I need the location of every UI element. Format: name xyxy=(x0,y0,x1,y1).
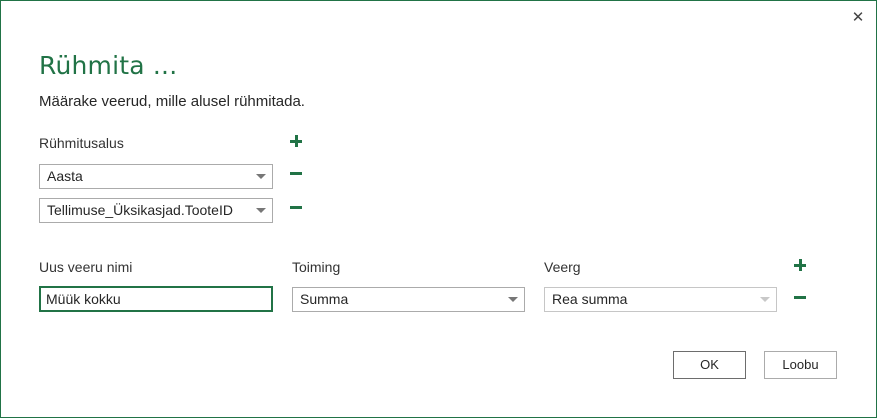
group-by-select-2-value: Tellimuse_Üksikasjad.TooteID xyxy=(47,202,233,218)
add-group-by-button[interactable] xyxy=(289,134,303,148)
chevron-down-icon xyxy=(760,297,770,302)
ok-button[interactable]: OK xyxy=(673,351,746,379)
operation-select[interactable]: Summa xyxy=(292,287,525,312)
dialog-description: Määrake veerud, mille alusel rühmitada. xyxy=(39,93,305,110)
column-select[interactable]: Rea summa xyxy=(544,287,777,312)
group-by-label: Rühmitusalus xyxy=(39,135,124,151)
dialog-title: Rühmita ... xyxy=(39,51,178,80)
plus-icon-vertical xyxy=(295,135,298,147)
chevron-down-icon xyxy=(508,297,518,302)
plus-icon-vertical xyxy=(799,259,802,271)
group-by-select-2[interactable]: Tellimuse_Üksikasjad.TooteID xyxy=(39,198,273,223)
minus-icon xyxy=(794,296,806,299)
remove-group-by-2-button[interactable] xyxy=(289,200,303,214)
add-aggregation-button[interactable] xyxy=(793,258,807,272)
column-label: Veerg xyxy=(544,259,581,275)
chevron-down-icon xyxy=(256,174,266,179)
remove-group-by-1-button[interactable] xyxy=(289,166,303,180)
minus-icon xyxy=(290,172,302,175)
close-icon[interactable]: ✕ xyxy=(849,9,867,27)
operation-select-value: Summa xyxy=(300,291,349,307)
group-by-select-1[interactable]: Aasta xyxy=(39,164,273,189)
new-column-name-input[interactable]: Müük kokku xyxy=(39,286,273,312)
operation-label: Toiming xyxy=(292,259,341,275)
group-by-select-1-value: Aasta xyxy=(47,168,83,184)
cancel-button[interactable]: Loobu xyxy=(764,351,837,379)
column-select-value: Rea summa xyxy=(552,291,628,307)
new-column-name-label: Uus veeru nimi xyxy=(39,259,133,275)
remove-aggregation-button[interactable] xyxy=(793,290,807,304)
group-by-dialog: ✕ Rühmita ... Määrake veerud, mille alus… xyxy=(0,0,877,418)
minus-icon xyxy=(290,206,302,209)
chevron-down-icon xyxy=(256,208,266,213)
